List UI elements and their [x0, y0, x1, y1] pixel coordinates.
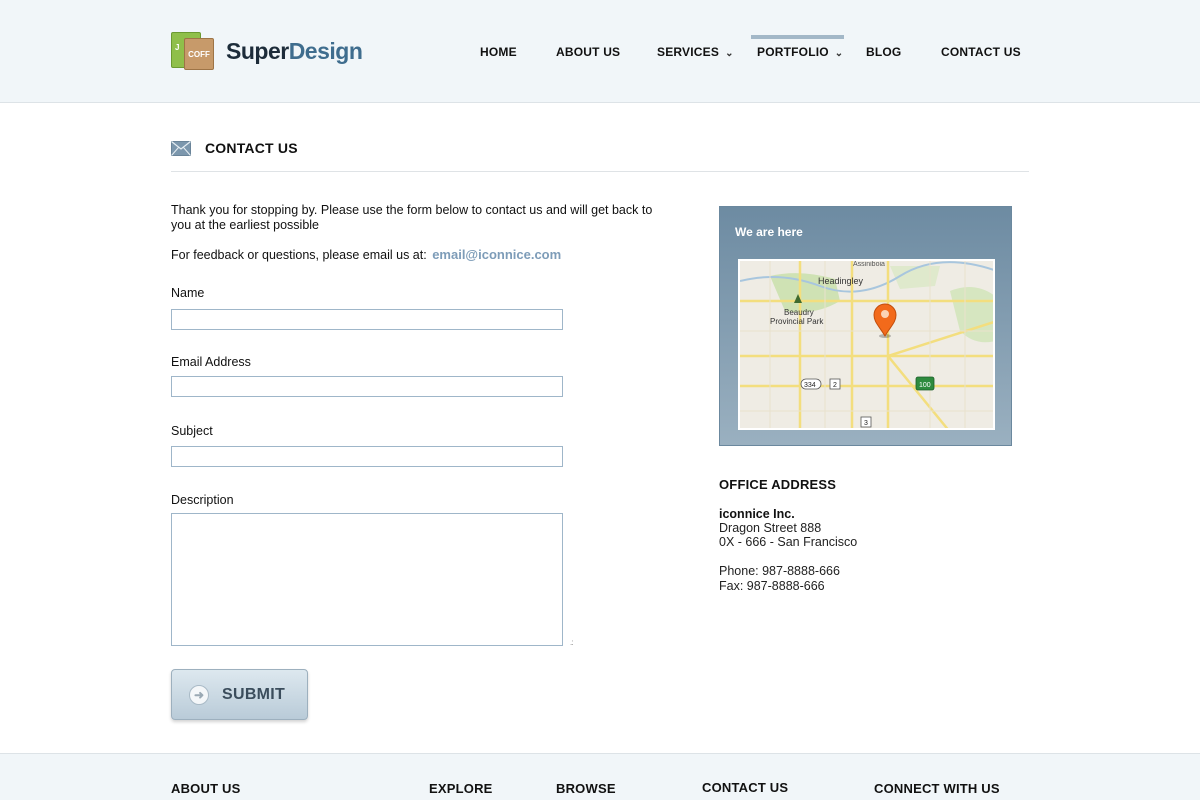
name-field[interactable]	[171, 309, 563, 330]
intro-text: Thank you for stopping by. Please use th…	[171, 203, 653, 232]
footer-heading-browse: BROWSE	[556, 781, 616, 796]
nav-item-portfolio[interactable]: PORTFOLIO ⌄	[757, 45, 843, 59]
nav-item-contact-us[interactable]: CONTACT US	[941, 45, 1021, 59]
svg-text:3: 3	[864, 420, 868, 427]
street-address: Dragon Street 888	[719, 521, 822, 535]
page-title: CONTACT US	[205, 140, 298, 156]
subject-field[interactable]	[171, 446, 563, 467]
city-address: 0X - 666 - San Francisco	[719, 535, 858, 549]
svg-text:Assiniboia: Assiniboia	[853, 261, 885, 268]
footer-heading-contact-us: CONTACT US	[702, 780, 789, 795]
site-footer: ABOUT US EXPLORE BROWSE CONTACT US CONNE…	[0, 753, 1200, 800]
chevron-down-icon: ⌄	[834, 48, 844, 59]
description-label: Description	[171, 493, 234, 507]
nav-item-about-us[interactable]: ABOUT US	[556, 45, 620, 59]
map-panel: We are here Assiniboia Headingley Beaudr…	[719, 206, 1012, 446]
email-field[interactable]	[171, 376, 563, 397]
name-label: Name	[171, 286, 205, 300]
footer-heading-about-us: ABOUT US	[171, 781, 241, 796]
nav-item-home[interactable]: HOME	[480, 45, 517, 59]
svg-text:2: 2	[833, 382, 837, 389]
nav-item-services[interactable]: SERVICES ⌄	[657, 45, 734, 59]
fax-number: Fax: 987-8888-666	[719, 579, 825, 593]
phone-number: Phone: 987-8888-666	[719, 564, 840, 578]
arrow-right-icon: ➜	[189, 684, 209, 705]
svg-text:Provincial Park: Provincial Park	[770, 317, 824, 326]
page-title-row: CONTACT US	[171, 140, 298, 156]
subject-label: Subject	[171, 424, 213, 438]
svg-text:Beaudry: Beaudry	[784, 308, 814, 317]
brand-logo[interactable]: J COFF SuperDesign	[171, 32, 363, 70]
resize-grip-icon[interactable]: .:	[570, 638, 574, 647]
active-nav-indicator	[751, 35, 844, 39]
submit-button[interactable]: ➜ SUBMIT	[171, 669, 308, 720]
title-divider	[171, 171, 1029, 172]
email-label: Email Address	[171, 355, 251, 369]
email-link[interactable]: email@iconnice.com	[432, 247, 561, 262]
footer-heading-connect-with-us: CONNECT WITH US	[874, 781, 1000, 796]
company-name: iconnice Inc.	[719, 507, 795, 521]
svg-text:100: 100	[919, 382, 931, 389]
location-map[interactable]: Assiniboia Headingley Beaudry Provincial…	[738, 259, 995, 430]
site-header: J COFF SuperDesign HOME ABOUT US SERVICE…	[0, 0, 1200, 103]
chevron-down-icon: ⌄	[725, 48, 734, 59]
feedback-line: For feedback or questions, please email …	[171, 247, 562, 262]
svg-text:334: 334	[804, 382, 816, 389]
map-graphic: Assiniboia Headingley Beaudry Provincial…	[740, 261, 993, 428]
logo-icon: J COFF	[171, 32, 215, 70]
description-field[interactable]	[171, 513, 563, 646]
svg-text:Headingley: Headingley	[818, 276, 864, 286]
office-address-heading: OFFICE ADDRESS	[719, 477, 837, 492]
nav-item-blog[interactable]: BLOG	[866, 45, 901, 59]
envelope-icon	[171, 140, 191, 156]
brand-name: SuperDesign	[226, 37, 363, 64]
footer-heading-explore: EXPLORE	[429, 781, 493, 796]
map-title: We are here	[735, 225, 803, 239]
